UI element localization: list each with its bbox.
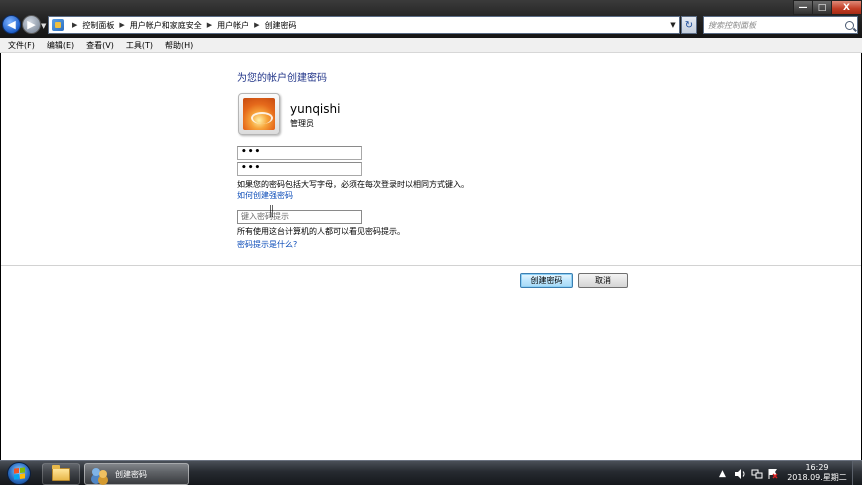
page-title: 为您的帐户创建密码 bbox=[237, 73, 327, 84]
menu-view[interactable]: 查看(V) bbox=[80, 40, 120, 51]
strong-password-link[interactable]: 如何创建强密码 bbox=[237, 190, 293, 201]
search-placeholder: 搜索控制面板 bbox=[708, 20, 756, 30]
window-titlebar: ◀ ▶ ▼ ▶ 控制面板 ▶ 用户帐户和家庭安全 ▶ 用户帐户 ▶ 创建密码 ▼… bbox=[0, 0, 862, 38]
menu-help[interactable]: 帮助(H) bbox=[159, 40, 199, 51]
address-bar[interactable]: ▶ 控制面板 ▶ 用户帐户和家庭安全 ▶ 用户帐户 ▶ 创建密码 ▼ bbox=[48, 16, 680, 34]
recent-pages-dropdown-icon[interactable]: ▼ bbox=[41, 22, 46, 30]
breadcrumb-user-accounts-family[interactable]: 用户帐户和家庭安全 bbox=[130, 20, 202, 31]
search-icon bbox=[845, 20, 854, 30]
windows-logo-icon bbox=[13, 467, 25, 480]
breadcrumb-control-panel[interactable]: 控制面板 bbox=[82, 20, 114, 31]
clock[interactable]: 16:29 2018.09.星期二 bbox=[786, 463, 848, 483]
menu-file[interactable]: 文件(F) bbox=[0, 40, 41, 51]
taskbar-create-password-window[interactable]: 创建密码 bbox=[84, 463, 189, 485]
user-picture-icon bbox=[243, 98, 275, 130]
chevron-right-icon[interactable]: ▶ bbox=[254, 21, 259, 29]
new-password-field[interactable]: ••• bbox=[237, 146, 362, 160]
show-hidden-icons-icon[interactable]: ▲ bbox=[719, 461, 726, 485]
back-arrow-icon[interactable]: ◀ bbox=[2, 15, 21, 34]
divider bbox=[1, 265, 861, 266]
forward-arrow-icon[interactable]: ▶ bbox=[22, 15, 41, 34]
username: yunqishi bbox=[290, 102, 341, 116]
taskbar-explorer-button[interactable] bbox=[42, 463, 80, 485]
start-button[interactable] bbox=[7, 462, 31, 485]
show-desktop-button[interactable] bbox=[852, 461, 862, 485]
taskbar: 创建密码 ▲ 16:29 2018.09.星期二 bbox=[0, 460, 862, 485]
maximize-button[interactable]: □ bbox=[812, 0, 832, 15]
create-password-button[interactable]: 创建密码 bbox=[520, 273, 573, 288]
password-hint-field[interactable]: 键入密码提示 bbox=[237, 210, 362, 224]
menu-bar: 文件(F) 编辑(E) 查看(V) 工具(T) 帮助(H) bbox=[0, 38, 862, 53]
address-dropdown-icon[interactable]: ▼ bbox=[667, 21, 679, 29]
volume-icon[interactable] bbox=[734, 461, 746, 485]
taskbar-window-label: 创建密码 bbox=[115, 469, 147, 479]
refresh-icon[interactable]: ↻ bbox=[681, 16, 697, 34]
cancel-button[interactable]: 取消 bbox=[578, 273, 628, 288]
folder-icon bbox=[52, 464, 70, 481]
menu-edit[interactable]: 编辑(E) bbox=[41, 40, 80, 51]
case-sensitivity-note: 如果您的密码包括大写字母，必须在每次登录时以相同方式键入。 bbox=[237, 180, 469, 189]
chevron-right-icon[interactable]: ▶ bbox=[72, 21, 77, 29]
text-cursor-icon bbox=[270, 205, 273, 217]
hint-visibility-note: 所有使用这台计算机的人都可以看见密码提示。 bbox=[237, 227, 405, 236]
chevron-right-icon[interactable]: ▶ bbox=[119, 21, 124, 29]
user-accounts-icon bbox=[91, 467, 109, 482]
search-input[interactable]: 搜索控制面板 bbox=[703, 16, 858, 34]
close-button[interactable]: X bbox=[831, 0, 862, 15]
action-center-flag-icon[interactable] bbox=[767, 461, 779, 485]
breadcrumb-create-password[interactable]: 创建密码 bbox=[265, 20, 297, 31]
confirm-password-field[interactable]: ••• bbox=[237, 162, 362, 176]
avatar bbox=[238, 93, 280, 135]
menu-tools[interactable]: 工具(T) bbox=[120, 40, 159, 51]
network-icon[interactable] bbox=[751, 461, 763, 485]
control-panel-icon bbox=[52, 19, 64, 31]
chevron-right-icon[interactable]: ▶ bbox=[207, 21, 212, 29]
account-type: 管理员 bbox=[290, 119, 314, 128]
password-hint-help-link[interactable]: 密码提示是什么? bbox=[237, 239, 297, 250]
main-content: 为您的帐户创建密码 yunqishi 管理员 ••• ••• 如果您的密码包括大… bbox=[1, 53, 861, 460]
clock-date: 2018.09.星期二 bbox=[787, 473, 847, 482]
minimize-button[interactable]: — bbox=[793, 0, 813, 15]
breadcrumb-user-accounts[interactable]: 用户帐户 bbox=[217, 20, 249, 31]
clock-time: 16:29 bbox=[805, 463, 829, 472]
